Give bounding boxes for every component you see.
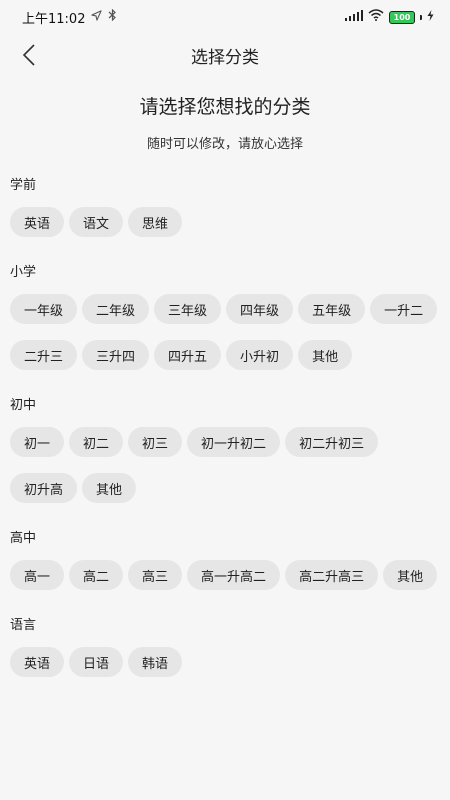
category-chip[interactable]: 一升二 bbox=[370, 294, 438, 324]
chip-group: 一年级 二年级 三年级 四年级 五年级 一升二二升三 三升四 四升五 小升初 其他 bbox=[10, 294, 440, 370]
category-sections: 学前 英语 语文 思维 小学 一年级 二年级 三年级 四年级 五年级 一升二 二升三 三升四 四升五 小升初… bbox=[0, 174, 450, 677]
category-chip[interactable]: 小升初 bbox=[226, 340, 294, 370]
category-chip[interactable]: 四年级 bbox=[226, 294, 294, 324]
signal-icon bbox=[345, 9, 363, 25]
category-chip[interactable]: 二年级 bbox=[82, 294, 150, 324]
sub-heading: 随时可以修改，请放心选择 bbox=[146, 137, 303, 152]
category-chip[interactable]: 日语 bbox=[69, 647, 124, 677]
bluetooth-icon bbox=[108, 8, 117, 25]
category-chip[interactable]: 高二 bbox=[69, 560, 124, 590]
chevron-left-icon bbox=[22, 44, 35, 66]
category-chip[interactable]: 初一升初二 bbox=[187, 427, 281, 457]
chip-group: 高一 高二 高三 高一升高二 高二升高三 其他 bbox=[10, 560, 440, 590]
status-right: 100 bbox=[345, 9, 434, 25]
category-chip[interactable]: 高一 bbox=[10, 560, 65, 590]
status-left: 上午11:02 bbox=[22, 8, 117, 27]
section-title: 学前 bbox=[10, 178, 37, 193]
location-icon bbox=[91, 9, 103, 25]
category-chip[interactable]: 语文 bbox=[69, 207, 124, 237]
battery-cap bbox=[420, 14, 422, 20]
status-time: 上午11:02 bbox=[22, 11, 86, 27]
back-button[interactable] bbox=[12, 38, 46, 72]
section-title: 小学 bbox=[10, 265, 37, 280]
section-title: 语言 bbox=[10, 618, 37, 633]
nav-bar: 选择分类 bbox=[0, 34, 450, 76]
chip-group: 初一 初二 初三 初一升初二 初二升初三初升高 其他 bbox=[10, 427, 440, 503]
category-chip[interactable]: 初二升初三 bbox=[285, 427, 379, 457]
wifi-icon bbox=[368, 9, 384, 25]
category-chip[interactable]: 英语 bbox=[10, 207, 65, 237]
main-heading: 请选择您想找的分类 bbox=[139, 96, 311, 118]
category-chip[interactable]: 五年级 bbox=[298, 294, 366, 324]
category-chip[interactable]: 一年级 bbox=[10, 294, 78, 324]
category-chip[interactable]: 初二 bbox=[69, 427, 124, 457]
category-chip[interactable]: 三年级 bbox=[154, 294, 222, 324]
category-chip[interactable]: 二升三 bbox=[10, 340, 78, 370]
category-chip[interactable]: 高一升高二 bbox=[187, 560, 281, 590]
battery-icon: 100 bbox=[389, 10, 415, 24]
category-chip[interactable]: 初一 bbox=[10, 427, 65, 457]
category-chip[interactable]: 思维 bbox=[128, 207, 183, 237]
page-title: 选择分类 bbox=[191, 47, 259, 68]
category-chip[interactable]: 高三 bbox=[128, 560, 183, 590]
charging-icon bbox=[427, 9, 434, 25]
category-chip[interactable]: 三升四 bbox=[82, 340, 150, 370]
status-bar: 上午11:02 100 bbox=[0, 0, 450, 34]
chip-group: 英语 语文 思维 bbox=[10, 207, 440, 237]
section-title: 初中 bbox=[10, 398, 37, 413]
category-chip[interactable]: 英语 bbox=[10, 647, 65, 677]
category-chip[interactable]: 四升五 bbox=[154, 340, 222, 370]
section-title: 高中 bbox=[10, 531, 37, 546]
chip-group: 英语 日语 韩语 bbox=[10, 647, 440, 677]
category-chip[interactable]: 其他 bbox=[383, 560, 438, 590]
category-chip[interactable]: 其他 bbox=[298, 340, 353, 370]
category-chip[interactable]: 其他 bbox=[82, 473, 137, 503]
category-chip[interactable]: 初升高 bbox=[10, 473, 78, 503]
category-chip[interactable]: 高二升高三 bbox=[285, 560, 379, 590]
category-chip[interactable]: 初三 bbox=[128, 427, 183, 457]
category-chip[interactable]: 韩语 bbox=[128, 647, 183, 677]
